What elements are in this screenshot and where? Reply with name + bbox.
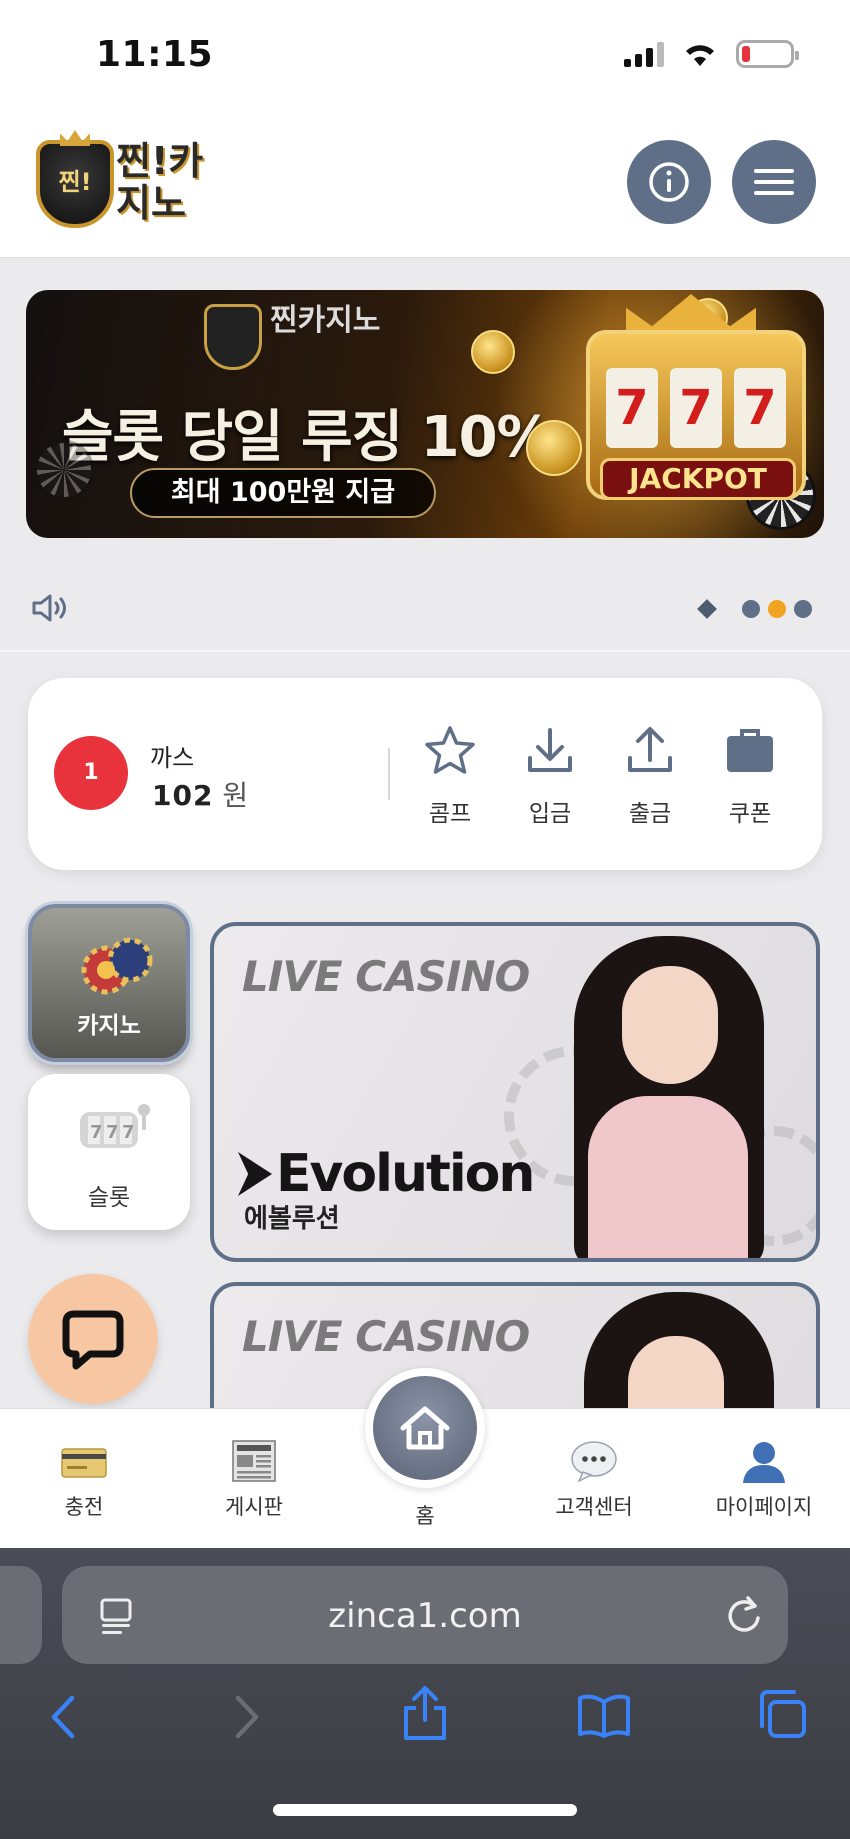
- deposit-button[interactable]: 입금: [510, 724, 590, 828]
- model-image: [544, 926, 804, 1258]
- evolution-logo-icon: [238, 1152, 272, 1196]
- download-icon: [528, 728, 572, 772]
- banner-title: 슬롯 당일 루징 10%: [62, 405, 553, 470]
- banner-logo: 찐카지노: [204, 304, 404, 374]
- coupon-button[interactable]: 쿠폰: [710, 724, 790, 828]
- upload-icon: [628, 727, 672, 772]
- browser-toolbar: zinca1.com: [0, 1548, 850, 1839]
- home-indicator: [273, 1804, 577, 1816]
- previous-tab[interactable]: [0, 1566, 42, 1664]
- nav-item-mypage[interactable]: 마이페이지: [689, 1439, 839, 1521]
- carousel-dot[interactable]: [794, 600, 812, 618]
- casino-chips-icon: [81, 937, 153, 995]
- logo-shield-icon: 찐!: [36, 130, 114, 228]
- back-icon[interactable]: [46, 1690, 82, 1744]
- tabs-icon[interactable]: [756, 1688, 808, 1740]
- chat-icon: [62, 1310, 124, 1370]
- speaker-icon[interactable]: [30, 592, 70, 628]
- user-balance: 102 원: [152, 774, 248, 814]
- user-icon: [743, 1442, 785, 1483]
- chat-bubble-icon: [571, 1441, 617, 1483]
- card-divider: [388, 748, 390, 800]
- game-card-evolution[interactable]: LIVE CASINO Evolution 에볼루션: [210, 922, 820, 1262]
- forward-icon[interactable]: [228, 1690, 264, 1744]
- user-info-card: 1 까스 102 원 콤프 입금 출금 쿠폰: [28, 678, 822, 870]
- category-tab-slot[interactable]: 7 7 7 슬롯: [28, 1074, 190, 1230]
- slot-reel-icon: 7 7 7: [80, 1104, 150, 1148]
- home-button[interactable]: [365, 1368, 485, 1488]
- briefcase-icon: [727, 729, 773, 772]
- nav-item-support[interactable]: 고객센터: [519, 1439, 669, 1521]
- status-icons: [624, 40, 799, 68]
- category-tab-casino[interactable]: 카지노: [28, 904, 190, 1062]
- hamburger-icon: [754, 169, 794, 195]
- divider: [0, 650, 850, 652]
- jackpot-label: JACKPOT: [600, 458, 796, 500]
- status-bar: 11:15: [0, 0, 850, 110]
- slot-machine-icon: 7 7 7 JACKPOT: [586, 330, 806, 500]
- home-label: 홈: [415, 1504, 435, 1528]
- site-logo[interactable]: 찐! 찐!카지노: [36, 130, 216, 234]
- logo-text: 찐!카지노: [116, 139, 204, 225]
- signal-icon: [624, 41, 664, 67]
- info-icon: [649, 162, 689, 202]
- reload-icon[interactable]: [724, 1592, 764, 1636]
- live-chat-button[interactable]: [28, 1274, 158, 1404]
- diamond-icon: [697, 599, 717, 619]
- provider-logo: Evolution: [238, 1144, 535, 1204]
- address-bar[interactable]: zinca1.com: [62, 1566, 788, 1664]
- svg-text:7: 7: [90, 1122, 103, 1143]
- rank-badge: 1: [54, 736, 128, 810]
- status-time: 11:15: [96, 34, 214, 75]
- balance-amount: 102: [152, 779, 214, 812]
- carousel-dot[interactable]: [742, 600, 760, 618]
- nav-item-charge[interactable]: 충전: [9, 1439, 159, 1521]
- game-title: LIVE CASINO: [242, 952, 530, 1001]
- balance-currency: 원: [222, 779, 249, 812]
- banner-subtitle: 최대 100만원 지급: [130, 468, 436, 518]
- url-text: zinca1.com: [328, 1596, 522, 1636]
- withdraw-button[interactable]: 출금: [610, 724, 690, 828]
- star-icon: [425, 726, 475, 774]
- wifi-icon: [686, 45, 714, 66]
- carousel-dots: [697, 599, 812, 619]
- card-icon: [61, 1448, 107, 1478]
- svg-text:7: 7: [106, 1122, 119, 1143]
- user-name: 까스: [150, 744, 195, 772]
- share-icon[interactable]: [400, 1684, 450, 1742]
- info-button[interactable]: [627, 140, 711, 224]
- site-header: 찐! 찐!카지노: [0, 110, 850, 258]
- battery-icon: [736, 40, 799, 68]
- comp-button[interactable]: 콤프: [410, 724, 490, 828]
- menu-button[interactable]: [732, 140, 816, 224]
- home-icon: [400, 1406, 450, 1450]
- carousel-dot-active[interactable]: [768, 600, 786, 618]
- nav-item-board[interactable]: 게시판: [179, 1439, 329, 1521]
- game-title: LIVE CASINO: [242, 1312, 530, 1361]
- bookmarks-icon[interactable]: [576, 1692, 632, 1740]
- svg-text:7: 7: [122, 1122, 135, 1143]
- newspaper-icon: [232, 1440, 276, 1482]
- provider-name-kor: 에볼루션: [244, 1204, 340, 1234]
- promo-banner[interactable]: 찐카지노 슬롯 당일 루징 10% 최대 100만원 지급 7 7 7 JACK…: [26, 290, 824, 538]
